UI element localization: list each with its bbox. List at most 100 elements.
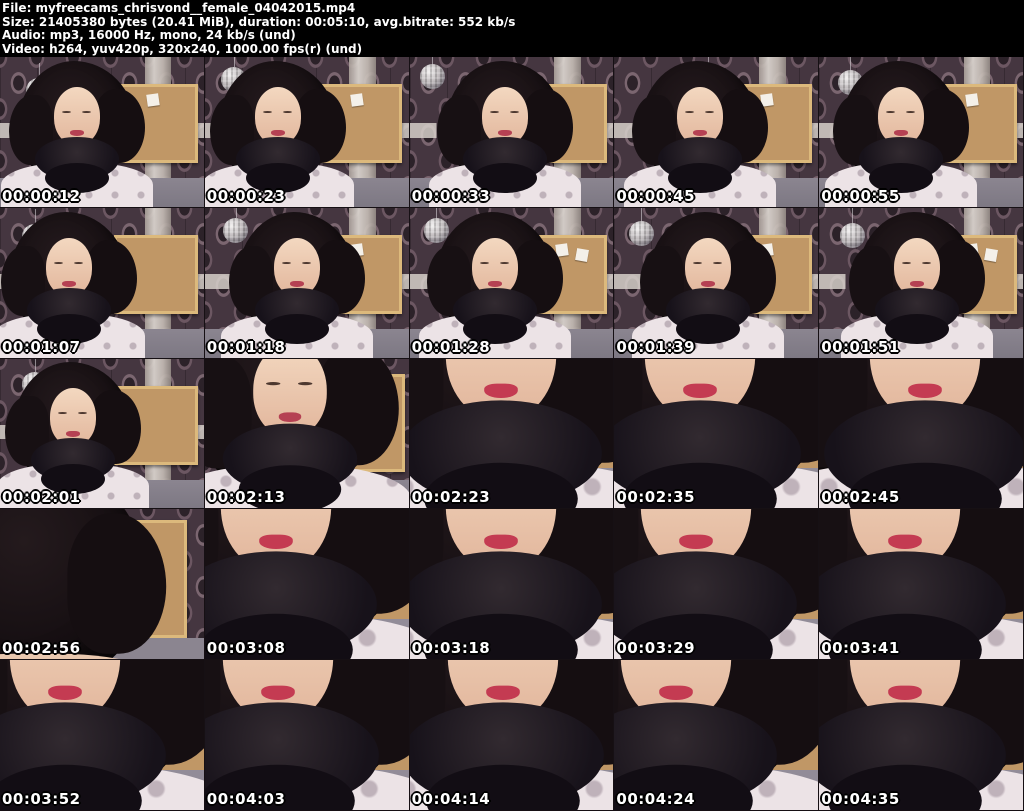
thumbnail-image: [614, 207, 819, 358]
person: [419, 211, 572, 358]
timestamp-overlay: 00:03:41: [821, 639, 900, 658]
thumbnail-image: [819, 207, 1023, 358]
file-name-line: File: myfreecams_chrisvond__female_04042…: [2, 1, 356, 15]
person-lips: [279, 412, 302, 423]
video-thumbnail: 00:03:08: [204, 509, 410, 661]
video-thumbnail: 00:04:24: [614, 660, 820, 811]
person: [614, 660, 819, 810]
person-hair: [0, 509, 166, 660]
video-thumbnail: 00:02:13: [204, 358, 410, 510]
person: [204, 509, 409, 660]
video-thumbnail: 00:03:29: [614, 509, 820, 661]
timestamp-overlay: 00:04:03: [206, 790, 286, 808]
video-info-line: Video: h264, yuv420p, 320x240, 1000.00 f…: [2, 41, 363, 56]
person: [614, 358, 819, 509]
person-lips: [658, 685, 693, 700]
thumbnail-grid: 00:00:12 00:00:23 00:00:33 00:00:45 00:0…: [0, 57, 1024, 811]
audio-info-line: Audio: mp3, 16000 Hz, mono, 24 kb/s (und…: [2, 28, 296, 42]
timestamp-overlay: 00:01:18: [206, 337, 286, 356]
timestamp-overlay: 00:03:08: [206, 639, 286, 658]
person-scarf: [236, 136, 321, 193]
person: [409, 509, 614, 660]
thumbnail-image: [409, 57, 614, 207]
person: [0, 362, 150, 509]
video-thumbnail: 00:04:03: [204, 660, 410, 811]
video-contact-sheet: File: myfreecams_chrisvond__female_04042…: [0, 0, 1024, 811]
thumbnail-image: [0, 207, 204, 358]
person-scarf: [875, 287, 960, 344]
timestamp-overlay: 00:04:35: [821, 790, 900, 808]
video-thumbnail: 00:01:28: [409, 207, 615, 359]
thumbnail-image: [409, 358, 614, 509]
thumbnail-image: [0, 509, 204, 660]
thumbnail-image: [819, 358, 1023, 509]
timestamp-overlay: 00:03:29: [616, 639, 696, 658]
person-lips: [259, 534, 293, 550]
timestamp-overlay: 00:02:56: [2, 639, 81, 658]
video-thumbnail: 00:04:14: [409, 660, 615, 811]
timestamp-overlay: 00:01:39: [616, 337, 696, 356]
person: [819, 509, 1023, 660]
person-lips: [692, 129, 707, 136]
video-thumbnail: 00:02:23: [409, 358, 615, 510]
thumbnail-image: [819, 509, 1023, 660]
person-lips: [66, 431, 81, 438]
timestamp-overlay: 00:03:52: [2, 790, 81, 808]
person-scarf: [31, 438, 116, 495]
video-thumbnail: 00:03:41: [819, 509, 1024, 661]
thumbnail-image: [409, 660, 614, 810]
timestamp-overlay: 00:00:12: [2, 186, 81, 205]
person-lips: [908, 383, 942, 399]
person-lips: [62, 280, 77, 287]
person-scarf: [254, 287, 339, 344]
person-scarf: [657, 136, 742, 193]
person: [0, 509, 182, 660]
thumbnail-image: [0, 660, 204, 810]
thumbnail-image: [614, 57, 819, 207]
person-scarf: [858, 136, 943, 193]
thumbnail-image: [204, 660, 409, 810]
thumbnail-image: [204, 358, 409, 509]
thumbnail-image: [409, 509, 614, 660]
video-thumbnail: 00:00:33: [409, 57, 615, 208]
person: [204, 358, 409, 509]
timestamp-overlay: 00:02:35: [616, 488, 696, 507]
person-lips: [271, 129, 286, 136]
timestamp-overlay: 00:01:07: [2, 337, 81, 356]
person-lips: [48, 685, 83, 700]
timestamp-overlay: 00:01:51: [821, 337, 900, 356]
thumbnail-image: [204, 207, 409, 358]
person-lips: [498, 129, 513, 136]
person-scarf: [27, 287, 112, 344]
person-lips: [887, 534, 922, 550]
video-thumbnail: 00:01:18: [204, 207, 410, 359]
thumbnail-image: [614, 358, 819, 509]
file-info-header: File: myfreecams_chrisvond__female_04042…: [0, 0, 1024, 57]
video-thumbnail: 00:02:45: [819, 358, 1024, 510]
person: [819, 358, 1023, 509]
person: [623, 60, 776, 207]
video-thumbnail: 00:00:23: [204, 57, 410, 208]
person-lips: [683, 383, 717, 399]
person: [220, 211, 373, 358]
thumbnail-image: [204, 509, 409, 660]
video-thumbnail: 00:03:52: [0, 660, 205, 811]
person-lips: [910, 280, 925, 287]
person-lips: [289, 280, 304, 287]
thumbnail-image: [819, 660, 1023, 810]
timestamp-overlay: 00:00:23: [206, 186, 286, 205]
person: [841, 211, 994, 358]
thumbnail-image: [614, 509, 819, 660]
timestamp-overlay: 00:03:18: [411, 639, 491, 658]
timestamp-overlay: 00:04:24: [616, 790, 696, 808]
video-thumbnail: 00:04:35: [819, 660, 1024, 811]
timestamp-overlay: 00:00:33: [411, 186, 491, 205]
person: [614, 509, 819, 660]
person: [1, 60, 154, 207]
person: [204, 60, 355, 207]
video-thumbnail: 00:01:39: [614, 207, 820, 359]
file-size-line: Size: 21405380 bytes (20.41 MiB), durati…: [2, 14, 516, 29]
timestamp-overlay: 00:00:55: [821, 186, 900, 205]
person-lips: [486, 685, 521, 700]
person: [204, 660, 409, 810]
